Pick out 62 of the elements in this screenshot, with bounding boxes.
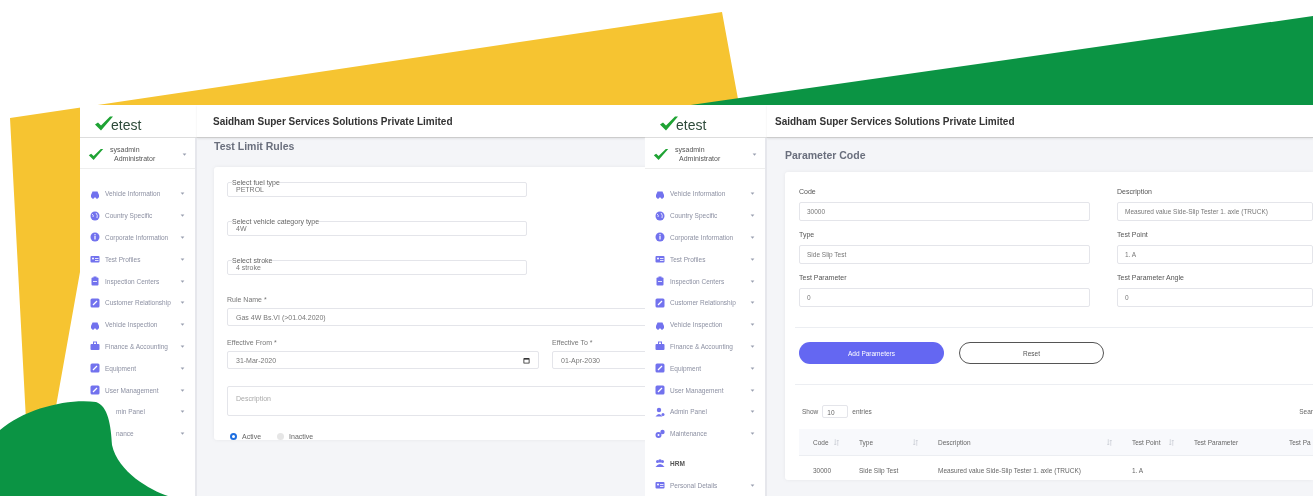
- company-name: Saidham Super Services Solutions Private Limited: [775, 115, 1015, 127]
- caret-icon: [752, 152, 757, 156]
- radio-button[interactable]: [230, 433, 237, 440]
- caret-icon: [182, 152, 187, 156]
- caret-icon: [180, 279, 185, 283]
- clipboard-icon: [90, 276, 100, 287]
- people-icon: [655, 458, 665, 469]
- caret-icon: [750, 410, 755, 414]
- caret-icon: [750, 236, 755, 239]
- caret-icon: [750, 279, 755, 283]
- caret-icon: [180, 366, 185, 370]
- briefcase-icon: [90, 341, 100, 352]
- caret-icon: [180, 257, 185, 261]
- page-title: Parameter Code: [785, 148, 867, 163]
- id-card-icon: [90, 254, 100, 265]
- info-icon: [90, 232, 100, 243]
- caret-icon: [750, 192, 755, 196]
- info-icon: [655, 232, 665, 243]
- pencil-square-icon: [90, 363, 100, 374]
- page-title: Test Limit Rules: [214, 139, 296, 154]
- caret-icon: [750, 257, 755, 261]
- calendar-icon: [523, 356, 530, 364]
- caret-icon: [750, 323, 755, 327]
- logo-text: etest: [111, 118, 142, 132]
- globe-icon: [90, 210, 100, 221]
- id-card-icon: [655, 480, 665, 491]
- company-name: Saidham Super Services Solutions Private Limited: [213, 115, 453, 127]
- pencil-square-icon: [90, 297, 100, 308]
- gears-icon: [655, 428, 665, 439]
- sort-icon: [1169, 438, 1174, 446]
- caret-icon: [180, 214, 185, 218]
- caret-icon: [180, 388, 185, 392]
- caret-icon: [180, 192, 185, 196]
- caret-icon: [750, 388, 755, 392]
- caret-icon: [750, 344, 755, 348]
- clipboard-icon: [655, 276, 665, 287]
- id-card-icon: [655, 254, 665, 265]
- pencil-square-icon: [655, 297, 665, 308]
- briefcase-icon: [655, 341, 665, 352]
- caret-icon: [750, 214, 755, 218]
- pencil-square-icon: [655, 363, 665, 374]
- caret-icon: [750, 483, 755, 487]
- user-icon: [655, 406, 665, 417]
- sort-icon: [834, 438, 839, 446]
- caret-icon: [750, 301, 755, 305]
- pencil-square-icon: [655, 385, 665, 396]
- sort-icon: [1107, 438, 1112, 446]
- pencil-square-icon: [90, 385, 100, 396]
- caret-icon: [180, 301, 185, 305]
- caret-icon: [180, 432, 185, 436]
- caret-icon: [180, 323, 185, 327]
- caret-icon: [180, 236, 185, 239]
- radio-button[interactable]: [277, 433, 285, 440]
- globe-icon: [655, 210, 665, 221]
- check-icon: [88, 147, 104, 161]
- caret-icon: [180, 410, 185, 414]
- check-icon: [653, 147, 669, 161]
- sort-icon: [913, 438, 918, 446]
- caret-icon: [750, 432, 755, 436]
- caret-icon: [180, 344, 185, 348]
- logo-text: etest: [676, 118, 707, 132]
- caret-icon: [750, 366, 755, 370]
